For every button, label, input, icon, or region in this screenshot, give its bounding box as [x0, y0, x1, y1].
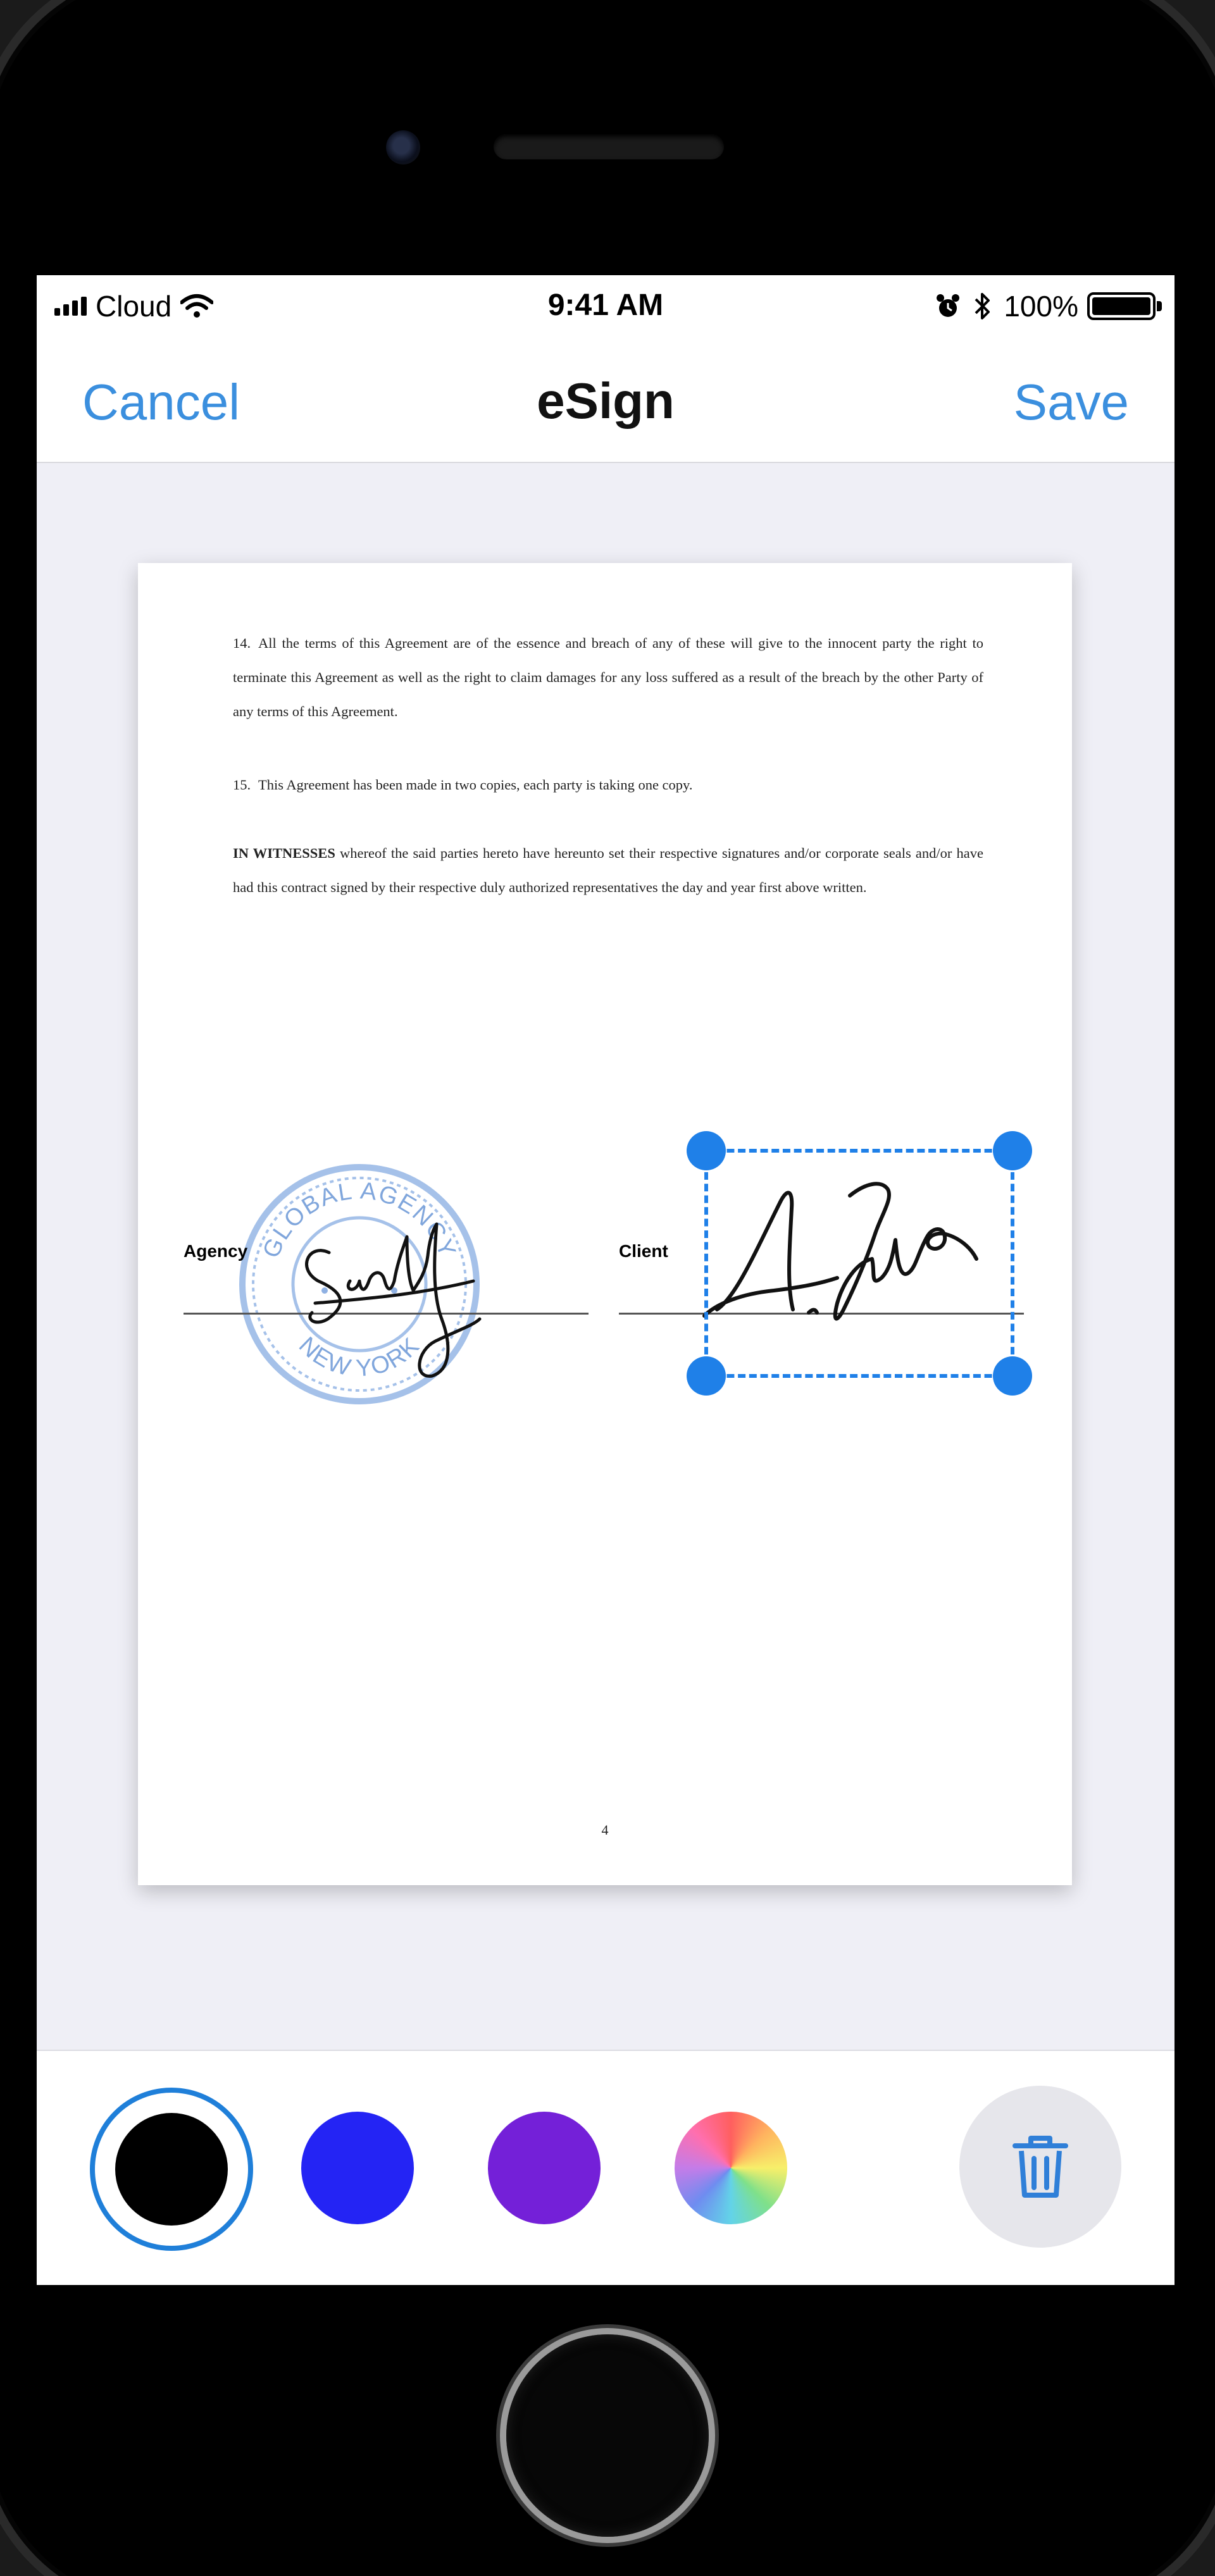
- agency-label: Agency: [184, 1241, 248, 1261]
- color-swatch-blue[interactable]: [301, 2112, 414, 2224]
- witness-clause: IN WITNESSES whereof the said parties he…: [233, 836, 983, 905]
- status-bar: Cloud 9:41 AM 100%: [37, 275, 1174, 335]
- resize-handle-bottom-left[interactable]: [687, 1356, 726, 1396]
- screen: Cloud 9:41 AM 100% Cancel eSign Save 14.…: [37, 275, 1174, 2285]
- clause-15: 15. This Agreement has been made in two c…: [233, 768, 983, 802]
- nav-bar: Cancel eSign Save: [37, 335, 1174, 463]
- clause-14-text: All the terms of this Agreement are of t…: [233, 635, 983, 719]
- page-number: 4: [601, 1822, 609, 1838]
- clause-15-text: This Agreement has been made in two copi…: [258, 777, 693, 793]
- color-swatch-black[interactable]: [115, 2113, 228, 2226]
- color-toolbar: [37, 2050, 1174, 2285]
- client-label: Client: [619, 1241, 668, 1261]
- bluetooth-icon: [975, 293, 990, 319]
- battery-icon: [1087, 292, 1162, 320]
- home-button[interactable]: [506, 2334, 709, 2537]
- resize-handle-bottom-right[interactable]: [993, 1356, 1032, 1396]
- witness-text: whereof the said parties hereto have her…: [233, 845, 983, 895]
- clause-14: 14. All the terms of this Agreement are o…: [233, 626, 983, 729]
- color-swatch-purple[interactable]: [488, 2112, 601, 2224]
- battery-percent: 100%: [1004, 290, 1078, 323]
- witness-heading: IN WITNESSES: [233, 845, 335, 861]
- resize-handle-top-left[interactable]: [687, 1131, 726, 1170]
- signature-selection-box[interactable]: [687, 1131, 1032, 1396]
- agency-signature: [305, 1222, 482, 1378]
- trash-icon: [1012, 2136, 1068, 2198]
- save-button[interactable]: Save: [1014, 373, 1129, 431]
- earpiece-speaker: [494, 134, 724, 159]
- color-wheel-icon[interactable]: [675, 2112, 787, 2224]
- page-title: eSign: [537, 373, 675, 429]
- clause-14-number: 14.: [233, 635, 251, 651]
- status-right: 100%: [935, 289, 1162, 323]
- clause-15-number: 15.: [233, 777, 251, 793]
- front-camera: [386, 130, 420, 164]
- selected-color-ring[interactable]: [90, 2088, 253, 2251]
- document-page: 14. All the terms of this Agreement are o…: [138, 563, 1072, 1885]
- alarm-icon: [937, 294, 960, 317]
- resize-handle-top-right[interactable]: [993, 1131, 1032, 1170]
- delete-button[interactable]: [959, 2086, 1121, 2248]
